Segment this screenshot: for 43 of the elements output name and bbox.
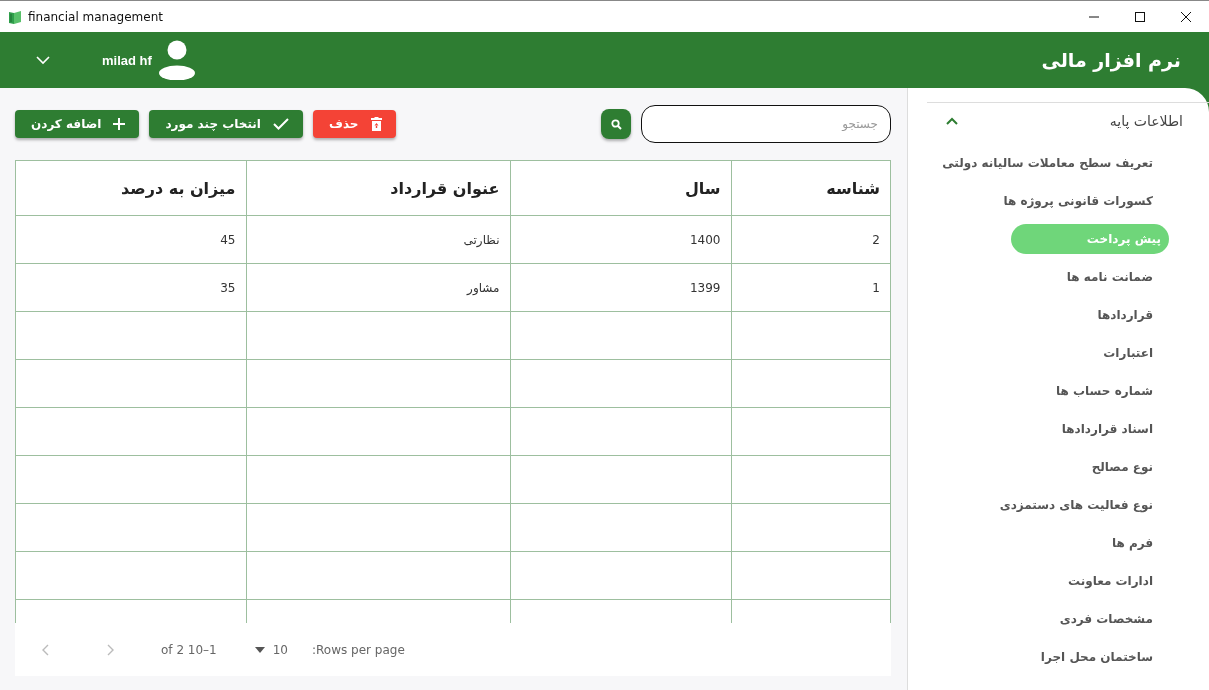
page-range: of 2 10–1 — [161, 642, 217, 657]
search-field[interactable]: جستجو — [641, 105, 891, 143]
column-header: میزان به درصد — [16, 161, 246, 216]
search-button[interactable] — [601, 109, 631, 139]
trash-icon — [370, 117, 382, 131]
dropdown-arrow-icon — [254, 646, 265, 653]
user-name[interactable]: milad hf — [102, 52, 152, 68]
sidebar-item[interactable]: ساختمان محل اجرا — [1030, 642, 1161, 672]
sidebar-item[interactable]: ضمانت نامه ها — [1056, 262, 1161, 292]
delete-button[interactable]: حذف — [312, 110, 396, 138]
table-cell: 2 — [731, 215, 890, 264]
search-icon — [610, 118, 622, 130]
sidebar-item[interactable]: نوع مصالح — [1081, 452, 1161, 482]
column-header: عنوان قرارداد — [246, 161, 510, 216]
table-cell: نظارتی — [246, 215, 510, 264]
sidebar-section-header[interactable]: اطلاعات پایه — [927, 102, 1209, 138]
rows-per-page-label: :Rows per page — [312, 642, 405, 657]
sidebar-item[interactable]: کسورات قانونی پروژه ها — [993, 186, 1161, 216]
plus-icon — [113, 118, 126, 130]
window-title: financial management — [28, 9, 163, 24]
sidebar-item[interactable]: نوع فعالیت های دستمزدی — [989, 490, 1161, 520]
table-cell: 1 — [731, 263, 890, 312]
sidebar-item[interactable]: مشخصات فردی — [1049, 604, 1161, 634]
app-title: نرم افزار مالی — [1041, 49, 1181, 71]
table-cell: 1400 — [510, 215, 731, 264]
sidebar-item[interactable]: فرم ها — [1101, 528, 1161, 558]
add-button[interactable]: اضافه کردن — [15, 110, 140, 138]
rows-per-page-select[interactable]: 10 — [254, 642, 288, 657]
check-icon — [272, 118, 289, 130]
chevron-down-icon[interactable] — [34, 54, 52, 66]
avatar-icon[interactable] — [157, 40, 196, 80]
column-header: سال — [510, 161, 731, 216]
select-button[interactable]: انتخاب چند مورد — [149, 110, 303, 138]
sidebar-item[interactable]: ادارات معاونت — [1057, 566, 1161, 596]
sidebar-item[interactable]: اعتبارات — [1093, 338, 1161, 368]
sidebar-item[interactable]: تعریف سطح معاملات سالیانه دولتی — [932, 148, 1161, 178]
table-cell: 1399 — [510, 263, 731, 312]
app-icon — [8, 9, 22, 24]
sidebar-item[interactable]: شماره حساب ها — [1046, 376, 1161, 406]
column-header: شناسه — [731, 161, 890, 216]
table-cell: مشاور — [246, 263, 510, 312]
sidebar-item[interactable]: اسناد قراردادها — [1051, 414, 1161, 444]
sidebar-item[interactable]: قراردادها — [1087, 300, 1161, 330]
